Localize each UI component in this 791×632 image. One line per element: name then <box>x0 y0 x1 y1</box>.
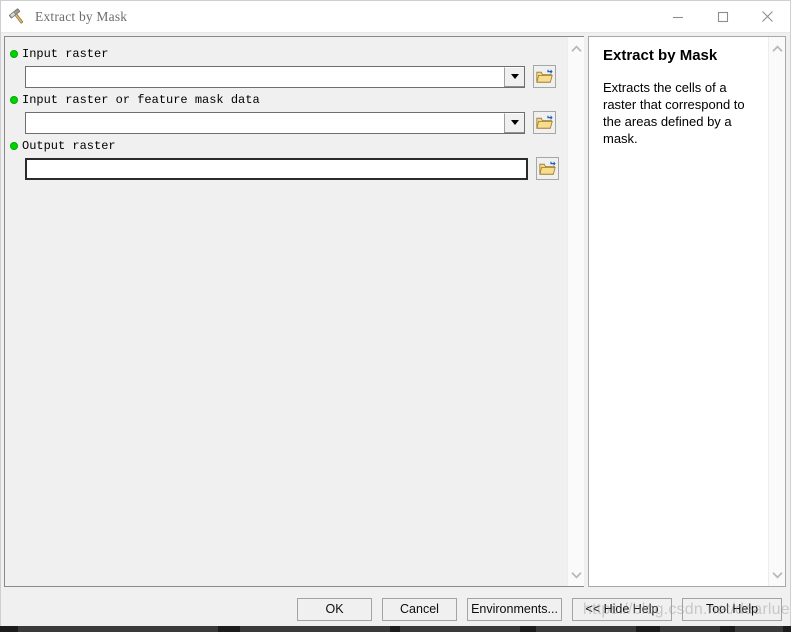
window-title: Extract by Mask <box>35 8 128 24</box>
dialog-body: Input raster Input raster or feature mas… <box>1 33 790 587</box>
desktop-taskbar-strip <box>0 626 791 632</box>
param-field-mask-data <box>5 111 567 134</box>
input-raster-dropdown-button[interactable] <box>504 66 524 87</box>
chevron-down-icon[interactable] <box>769 566 786 583</box>
input-raster-browse-button[interactable] <box>533 65 556 88</box>
maximize-button[interactable] <box>700 1 745 32</box>
dialog-footer: OK Cancel Environments... << Hide Help T… <box>1 587 790 631</box>
chevron-up-icon[interactable] <box>568 40 585 57</box>
required-marker-icon <box>10 50 18 58</box>
hammer-tool-icon <box>7 6 29 28</box>
environments-button[interactable]: Environments... <box>467 597 562 621</box>
param-field-input-raster <box>5 65 567 88</box>
tool-help-button[interactable]: Tool Help <box>682 597 782 621</box>
required-marker-icon <box>10 142 18 150</box>
parameter-form-panel: Input raster Input raster or feature mas… <box>4 36 584 587</box>
required-marker-icon <box>10 96 18 104</box>
param-label-text: Output raster <box>22 139 116 153</box>
help-panel: Extract by Mask Extracts the cells of a … <box>588 36 786 587</box>
output-raster-browse-button[interactable] <box>536 157 559 180</box>
help-content: Extract by Mask Extracts the cells of a … <box>589 37 768 586</box>
param-label-output-raster: Output raster <box>5 138 567 154</box>
input-raster-combo[interactable] <box>25 65 525 88</box>
mask-data-input[interactable] <box>26 112 504 133</box>
title-bar: Extract by Mask <box>1 1 790 33</box>
ok-button[interactable]: OK <box>297 597 372 621</box>
chevron-down-icon <box>510 74 519 79</box>
output-raster-field[interactable] <box>25 157 528 180</box>
mask-data-combo[interactable] <box>25 111 525 134</box>
help-title: Extract by Mask <box>603 47 718 64</box>
output-raster-input[interactable] <box>27 159 526 178</box>
tool-dialog-window: Extract by Mask Input raster Input raste… <box>0 0 791 632</box>
mask-data-dropdown-button[interactable] <box>504 112 524 133</box>
help-scrollbar[interactable] <box>768 37 785 586</box>
param-field-output-raster <box>5 157 567 180</box>
cancel-button[interactable]: Cancel <box>382 597 457 621</box>
close-button[interactable] <box>745 1 790 32</box>
minimize-button[interactable] <box>655 1 700 32</box>
help-description: Extracts the cells of a raster that corr… <box>603 80 745 147</box>
window-controls <box>655 1 790 32</box>
chevron-up-icon[interactable] <box>769 40 786 57</box>
param-row-mask-data: Input raster or feature mask data <box>5 92 567 134</box>
param-label-text: Input raster <box>22 47 109 61</box>
input-raster-input[interactable] <box>26 66 504 87</box>
form-scrollbar[interactable] <box>567 37 584 586</box>
chevron-down-icon[interactable] <box>568 566 585 583</box>
param-row-input-raster: Input raster <box>5 46 567 88</box>
mask-data-browse-button[interactable] <box>533 111 556 134</box>
param-label-text: Input raster or feature mask data <box>22 93 260 107</box>
hide-help-button[interactable]: << Hide Help <box>572 597 672 621</box>
param-row-output-raster: Output raster <box>5 138 567 180</box>
param-label-input-raster: Input raster <box>5 46 567 62</box>
param-label-mask-data: Input raster or feature mask data <box>5 92 567 108</box>
chevron-down-icon <box>510 120 519 125</box>
parameter-list: Input raster Input raster or feature mas… <box>5 37 567 586</box>
